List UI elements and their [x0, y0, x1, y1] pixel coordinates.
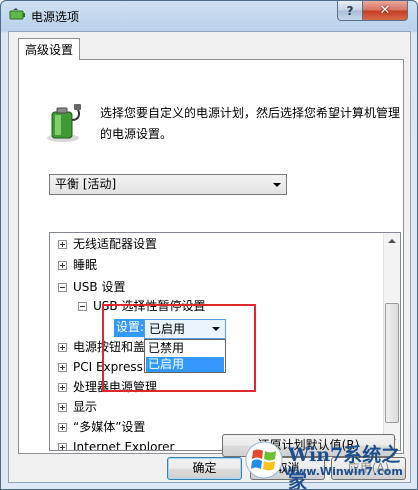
- tab-advanced-settings[interactable]: 高级设置: [18, 38, 81, 60]
- ok-button[interactable]: 确定: [167, 457, 242, 480]
- close-button[interactable]: ✕: [362, 1, 408, 21]
- collapse-minus-icon[interactable]: [78, 302, 87, 311]
- tree-item-label: Internet Explorer: [73, 440, 175, 451]
- tree-item-label: 无线适配器设置: [73, 237, 158, 251]
- watermark: Win7系统之家 Www.Winwin7.com: [244, 438, 414, 489]
- scroll-thumb[interactable]: [385, 303, 399, 423]
- setting-value-select[interactable]: 已启用: [144, 319, 226, 339]
- watermark-url: Www.Winwin7.com: [284, 465, 403, 478]
- expand-plus-icon[interactable]: [58, 240, 67, 249]
- expand-plus-icon[interactable]: [58, 443, 67, 450]
- intro-text-line2: 的电源设置。: [100, 127, 173, 141]
- tree-scrollbar[interactable]: [383, 233, 400, 450]
- tree-item-label: PCI Express: [73, 360, 143, 374]
- chevron-down-icon: [273, 183, 281, 187]
- expand-plus-icon[interactable]: [58, 403, 67, 412]
- tree-item-label: 电源按钮和盖: [73, 340, 146, 354]
- tree-item-multimedia[interactable]: “多媒体”设置: [58, 418, 145, 437]
- setting-value: 已启用: [149, 322, 186, 336]
- tree-item-power-buttons[interactable]: 电源按钮和盖: [58, 338, 145, 357]
- dialog-client-area: 高级设置 选择您要自定义的电源计划，然后选择您希望计算机管理 的电源设置。 平衡…: [8, 31, 411, 483]
- tree-item-label: 处理器电源管理: [73, 380, 158, 394]
- tree-item-label: USB 设置: [73, 280, 126, 294]
- collapse-minus-icon[interactable]: [58, 283, 67, 292]
- tree-item-label: 睡眠: [73, 258, 98, 272]
- title-bar[interactable]: 电源选项 ? ✕: [1, 1, 417, 31]
- tree-item-display[interactable]: 显示: [58, 398, 97, 417]
- expand-plus-icon[interactable]: [58, 261, 67, 270]
- window-title: 电源选项: [31, 10, 80, 24]
- power-options-window: 电源选项 ? ✕ 高级设置 选择您要自定义的电源计划，然后选择您希望计算机管理 …: [0, 0, 418, 490]
- tree-item-usb-selective-suspend[interactable]: USB 选择性暂停设置: [78, 297, 205, 316]
- advanced-settings-panel: 选择您要自定义的电源计划，然后选择您希望计算机管理 的电源设置。 平衡 [活动]…: [18, 59, 404, 457]
- chevron-down-icon: [212, 327, 220, 331]
- tree-item-wireless[interactable]: 无线适配器设置: [58, 235, 157, 254]
- power-options-app-icon: [9, 8, 25, 20]
- setting-dropdown-list[interactable]: 已禁用 已启用: [144, 339, 226, 373]
- expand-plus-icon[interactable]: [58, 363, 67, 372]
- intro-text-line1: 选择您要自定义的电源计划，然后选择您希望计算机管理: [100, 106, 401, 120]
- option-enabled[interactable]: 已启用: [146, 357, 224, 372]
- tree-item-label: 显示: [73, 400, 98, 414]
- setting-label: 设置:: [114, 319, 147, 337]
- tree-item-label: USB 选择性暂停设置: [93, 299, 206, 313]
- tree-item-internet-explorer[interactable]: Internet Explorer: [58, 438, 175, 451]
- tree-item-usb[interactable]: USB 设置: [58, 278, 125, 297]
- scroll-up-button[interactable]: [384, 233, 400, 250]
- expand-plus-icon[interactable]: [58, 343, 67, 352]
- expand-plus-icon[interactable]: [58, 423, 67, 432]
- windows-logo-icon: [245, 441, 283, 479]
- power-plan-select[interactable]: 平衡 [活动]: [49, 174, 287, 195]
- power-plan-value: 平衡 [活动]: [55, 177, 117, 191]
- tree-item-label: “多媒体”设置: [73, 420, 146, 434]
- arrow-up-icon: [388, 239, 396, 243]
- tree-item-processor[interactable]: 处理器电源管理: [58, 378, 157, 397]
- battery-plug-icon: [47, 104, 81, 142]
- expand-plus-icon[interactable]: [58, 383, 67, 392]
- help-button[interactable]: ?: [337, 1, 363, 21]
- tree-item-sleep[interactable]: 睡眠: [58, 256, 97, 275]
- option-disabled[interactable]: 已禁用: [146, 341, 224, 356]
- tree-item-pci-express[interactable]: PCI Express: [58, 358, 143, 377]
- settings-tree[interactable]: 无线适配器设置 睡眠 USB 设置 USB 选择性暂停设置 设置: 已启用 已禁: [49, 232, 401, 451]
